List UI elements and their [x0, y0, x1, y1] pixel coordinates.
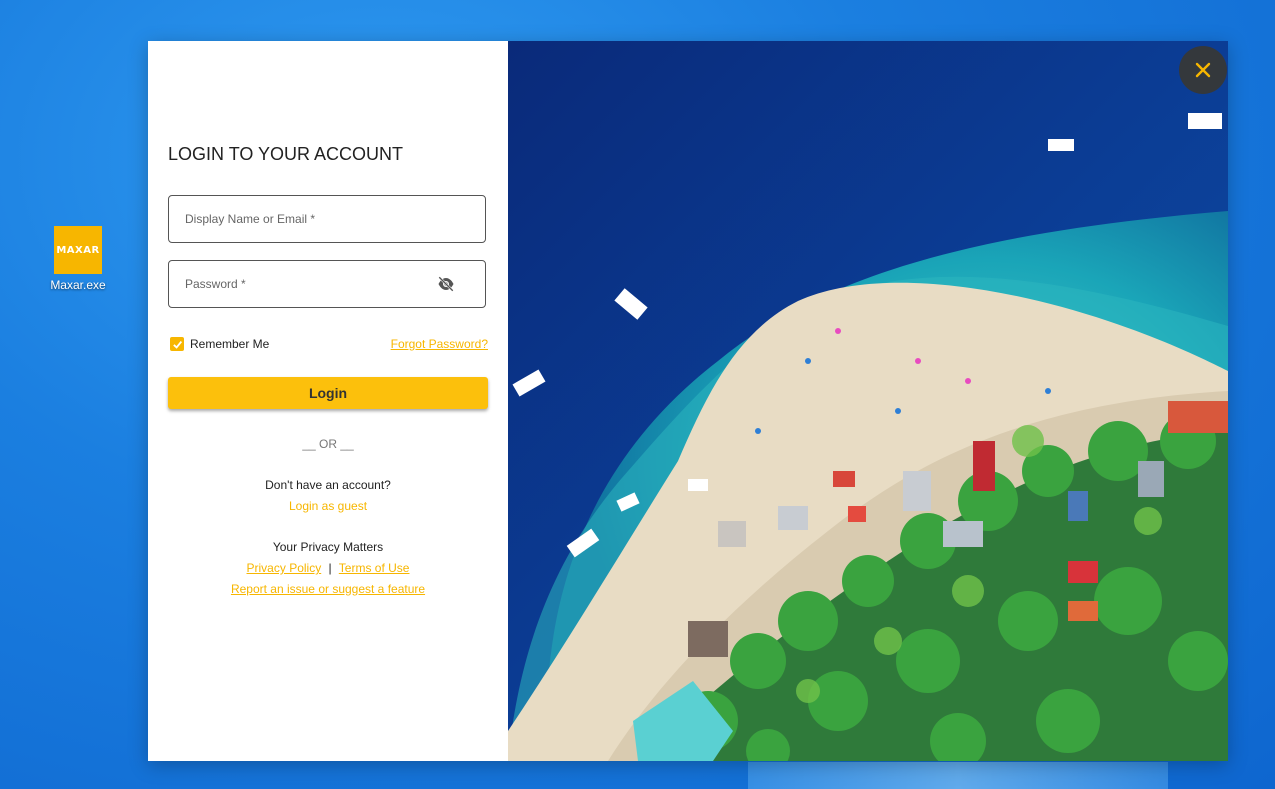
- desktop-icon-maxar[interactable]: MAXAR Maxar.exe: [48, 226, 108, 292]
- desktop-icon-label: Maxar.exe: [50, 278, 106, 292]
- password-field: [168, 260, 486, 308]
- eye-off-icon[interactable]: [437, 276, 455, 292]
- username-input[interactable]: [169, 196, 435, 242]
- privacy-heading: Your Privacy Matters: [272, 540, 384, 554]
- link-separator: |: [328, 561, 332, 575]
- maxar-logo: MAXAR: [54, 226, 102, 274]
- login-window: LOGIN TO YOUR ACCOUNT Remember Me Forgot: [148, 41, 1228, 761]
- login-button[interactable]: Login: [168, 377, 488, 409]
- taskbar-glow: [748, 762, 1168, 789]
- check-icon: [172, 340, 182, 349]
- password-input[interactable]: [169, 261, 435, 307]
- remember-label: Remember Me: [190, 337, 270, 351]
- no-account-text: Don't have an account?: [265, 478, 391, 492]
- forgot-password-link[interactable]: Forgot Password?: [391, 337, 488, 351]
- remember-checkbox[interactable]: [170, 337, 184, 351]
- close-button[interactable]: [1179, 46, 1227, 94]
- guest-link-row: Login as guest: [148, 499, 508, 513]
- report-issue-link[interactable]: Report an issue or suggest a feature: [231, 582, 425, 596]
- login-panel: LOGIN TO YOUR ACCOUNT Remember Me Forgot: [148, 41, 508, 761]
- remember-me[interactable]: Remember Me: [170, 337, 269, 351]
- close-icon: [1195, 62, 1211, 78]
- privacy-policy-link[interactable]: Privacy Policy: [247, 561, 322, 575]
- beach-aerial-photo: [508, 41, 1228, 761]
- login-title: LOGIN TO YOUR ACCOUNT: [168, 144, 404, 164]
- terms-of-use-link[interactable]: Terms of Use: [339, 561, 410, 575]
- aerial-beach-image: [508, 41, 1228, 761]
- login-as-guest-link[interactable]: Login as guest: [289, 499, 367, 513]
- or-separator: __ OR __: [302, 437, 354, 451]
- report-link-row: Report an issue or suggest a feature: [148, 582, 508, 596]
- username-field: [168, 195, 486, 243]
- policy-links: Privacy Policy | Terms of Use: [148, 561, 508, 575]
